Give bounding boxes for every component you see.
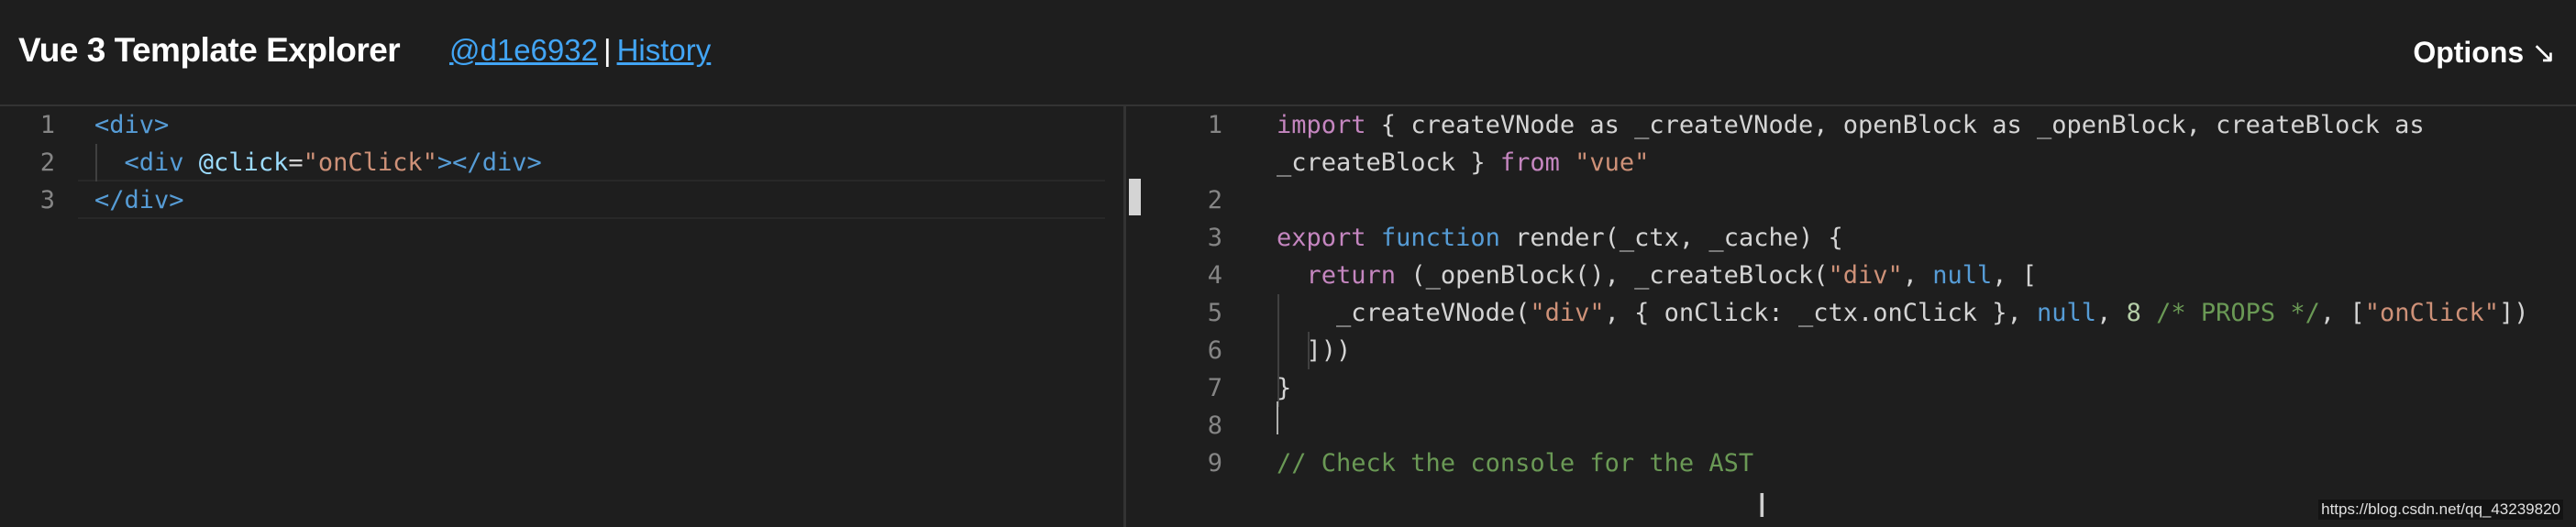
code-token: (_openBlock(), _createBlock(	[1396, 261, 1829, 290]
code-line: _createBlock } from "vue"	[1129, 144, 2576, 181]
code-token: ])	[2499, 299, 2529, 327]
code-token: { createVNode as _createVNode, openBlock…	[1365, 111, 2425, 139]
arrow-down-right-icon: ↘	[2531, 36, 2556, 69]
line-number: 3	[1207, 224, 1222, 252]
options-label: Options	[2413, 36, 2525, 69]
code-text: import { createVNode as _createVNode, op…	[1277, 106, 2425, 144]
commit-link[interactable]: @d1e6932	[449, 33, 598, 67]
code-token: ></div>	[437, 148, 542, 177]
compiled-output: 1 import { createVNode as _createVNode, o…	[1129, 106, 2576, 527]
code-line: 4 return (_openBlock(), _createBlock("di…	[1129, 257, 2576, 294]
code-text: // Check the console for the AST	[1277, 445, 1753, 482]
line-number: 9	[1207, 449, 1222, 478]
line-number: 3	[39, 186, 55, 214]
code-text: _createBlock } from "vue"	[1277, 144, 1649, 181]
page-title: Vue 3 Template Explorer	[18, 31, 401, 69]
code-text: <div @click="onClick"></div>	[94, 144, 542, 181]
code-token: @click	[198, 148, 289, 177]
line-number: 7	[1207, 374, 1222, 402]
line-number: 2	[39, 148, 55, 177]
code-token: "onClick"	[303, 148, 437, 177]
code-token: function	[1380, 224, 1500, 252]
code-token: =	[288, 148, 304, 177]
watermark: https://blog.csdn.net/qq_43239820	[2318, 500, 2563, 520]
code-text: <div>	[94, 106, 169, 144]
code-token: 8	[2126, 299, 2141, 327]
code-token: "vue"	[1575, 148, 1650, 177]
line-number: 4	[1207, 261, 1222, 290]
code-token: "div"	[1828, 261, 1903, 290]
code-token: /* PROPS */	[2156, 299, 2320, 327]
code-line: 1 <div>	[0, 106, 1123, 144]
line-number: 6	[1207, 336, 1222, 365]
code-text: export function render(_ctx, _cache) {	[1277, 219, 1843, 257]
code-line: 3 export function render(_ctx, _cache) {	[1129, 219, 2576, 257]
code-token: "onClick"	[2364, 299, 2500, 327]
code-token: null	[2037, 299, 2097, 327]
code-line: 1 import { createVNode as _createVNode, o…	[1129, 106, 2576, 144]
code-token: import	[1277, 111, 1366, 139]
code-line: 2	[1129, 181, 2576, 219]
code-token: , { onClick: _ctx.onClick },	[1604, 299, 2038, 327]
code-token: </div>	[94, 186, 184, 214]
code-text: return (_openBlock(), _createBlock("div"…	[1277, 257, 2038, 294]
code-token: _createVNode(	[1277, 299, 1531, 327]
header-links: @d1e6932 | History	[449, 33, 711, 68]
code-text: }	[1277, 369, 1291, 407]
code-text: </div>	[94, 181, 184, 219]
code-line: 8	[1129, 407, 2576, 445]
code-token: export	[1277, 224, 1366, 252]
code-token: render(_ctx, _cache) {	[1499, 224, 1843, 252]
options-button[interactable]: Options ↘	[2413, 35, 2556, 70]
code-token: // Check the console for the AST	[1277, 449, 1754, 478]
code-token: ]))	[1277, 336, 1352, 365]
output-caret	[1277, 401, 1278, 434]
code-line: 2 <div @click="onClick"></div>	[0, 144, 1123, 181]
history-link[interactable]: History	[617, 33, 712, 67]
line-number: 1	[39, 111, 55, 139]
ibeam-cursor-icon: I	[1757, 488, 1767, 525]
code-token: ,	[2096, 299, 2127, 327]
code-token: _createBlock }	[1277, 148, 1500, 177]
code-text: ]))	[1277, 332, 1352, 369]
code-line: 9 // Check the console for the AST	[1129, 445, 2576, 482]
line-number: 5	[1207, 299, 1222, 327]
code-token: from	[1499, 148, 1560, 177]
line-number: 8	[1207, 412, 1222, 440]
code-token: , [	[1992, 261, 2038, 290]
code-line: 3 </div>	[0, 181, 1123, 219]
app-header: Vue 3 Template Explorer @d1e6932 | History…	[0, 0, 2576, 106]
code-token: "div"	[1530, 299, 1605, 327]
code-text: _createVNode("div", { onClick: _ctx.onCl…	[1277, 294, 2529, 332]
code-token: null	[1932, 261, 1993, 290]
code-token: ,	[1902, 261, 1933, 290]
code-token: <div	[124, 148, 199, 177]
link-separator: |	[603, 33, 612, 67]
code-token: return	[1306, 261, 1397, 290]
code-token: <div>	[94, 111, 170, 139]
code-line: 7}	[1129, 369, 2576, 407]
code-line: 6 ]))	[1129, 332, 2576, 369]
code-line: 5 _createVNode("div", { onClick: _ctx.on…	[1129, 294, 2576, 332]
line-number: 2	[1207, 186, 1222, 214]
template-editor[interactable]: 1 <div> 2 <div @click="onClick"></div> 3 </d…	[0, 106, 1126, 527]
line-number: 1	[1207, 111, 1222, 139]
code-token: }	[1277, 374, 1292, 402]
code-token: , [	[2319, 299, 2365, 327]
